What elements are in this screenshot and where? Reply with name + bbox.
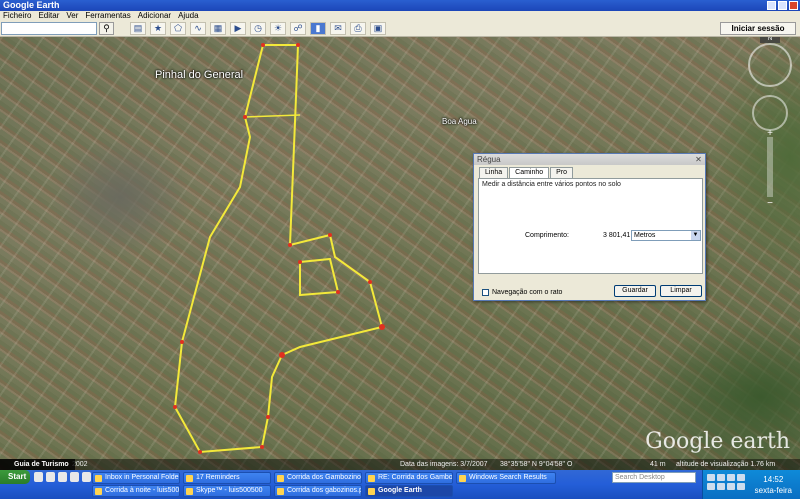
dialog-title: Régua (474, 154, 705, 165)
tray-icon[interactable] (717, 483, 725, 490)
word-icon[interactable] (58, 472, 67, 482)
map-status-bar: 2002 Data das imagens: 3/7/2007 38°35'58… (0, 459, 800, 470)
zoom-slider[interactable] (767, 137, 773, 197)
mouse-navigation-option[interactable]: Navegação com o rato (482, 289, 562, 296)
tab-line[interactable]: Linha (479, 167, 509, 178)
quick-launch (34, 472, 91, 482)
tray-icon[interactable] (707, 474, 715, 481)
tour-guide-button[interactable]: Guia de Turismo (0, 459, 75, 470)
close-icon[interactable]: ✕ (694, 155, 703, 164)
search-icon[interactable]: ⚲ (99, 22, 114, 35)
desktop-search-input[interactable]: Search Desktop (612, 472, 696, 483)
clear-button[interactable]: Limpar (660, 285, 702, 297)
move-joystick[interactable] (752, 95, 788, 131)
taskbar-item-active[interactable]: Google Earth (365, 485, 453, 497)
clock[interactable]: 14:52 sexta-feira (755, 474, 792, 496)
email-icon[interactable]: ✉ (330, 22, 346, 35)
save-button[interactable]: Guardar (614, 285, 656, 297)
close-button[interactable] (789, 1, 798, 10)
taskbar-item[interactable]: Skype™ - luis500500 (183, 485, 271, 497)
path-icon[interactable]: ∿ (190, 22, 206, 35)
menu-view[interactable]: Ver (66, 11, 78, 21)
eye-altitude: altitude de visualização 1.76 km (676, 461, 776, 468)
length-value: 3 801,41 (603, 232, 631, 239)
tray-icon[interactable] (737, 483, 745, 490)
look-joystick[interactable] (748, 43, 792, 87)
elevation: 41 m (650, 461, 666, 468)
description: Medir a distância entre vários pontos no… (482, 181, 621, 188)
window-title: Google Earth (3, 0, 60, 10)
mouse-nav-checkbox[interactable] (482, 289, 489, 296)
menu-edit[interactable]: Editar (38, 11, 59, 21)
print-icon[interactable]: ⎙ (350, 22, 366, 35)
menu-bar: Ficheiro Editar Ver Ferramentas Adiciona… (0, 11, 800, 21)
polygon-icon[interactable]: ⬠ (170, 22, 186, 35)
ie-icon[interactable] (82, 472, 91, 482)
chevron-down-icon[interactable]: ▼ (691, 231, 700, 240)
tray-icon[interactable] (717, 474, 725, 481)
toolbar: ⚲ ▤ ★ ⬠ ∿ ▦ ▶ ◷ ☀ ☍ ▮ ✉ ⎙ ▣ Iniciar sess… (0, 21, 800, 37)
maps-icon[interactable]: ▣ (370, 22, 386, 35)
menu-help[interactable]: Ajuda (178, 11, 198, 21)
system-tray: 14:52 sexta-feira (702, 470, 800, 499)
ruler-icon[interactable]: ▮ (310, 22, 326, 35)
google-earth-logo: Google earth (645, 429, 790, 454)
search-input[interactable] (1, 22, 97, 35)
taskbar-item[interactable]: Corrida dos gabozinos.p... (274, 485, 362, 497)
ruler-dialog: Régua ✕ Linha Caminho Pro Medir a distân… (473, 153, 706, 301)
tray-icon[interactable] (727, 474, 735, 481)
overlay-icon[interactable]: ▦ (210, 22, 226, 35)
menu-add[interactable]: Adicionar (138, 11, 171, 21)
history-icon[interactable]: ◷ (250, 22, 266, 35)
place-label[interactable]: Pinhal do General (155, 69, 243, 81)
menu-tools[interactable]: Ferramentas (85, 11, 130, 21)
tray-icon[interactable] (707, 483, 715, 490)
window-title-bar: Google Earth (0, 0, 800, 11)
tour-icon[interactable]: ▶ (230, 22, 246, 35)
taskbar-item[interactable]: Inbox in Personal Folder... (92, 472, 180, 484)
taskbar-item[interactable]: RE: Corrida dos Gamboz... (365, 472, 453, 484)
sidebar-icon[interactable]: ▤ (130, 22, 146, 35)
outlook-icon[interactable] (34, 472, 43, 482)
clock-time: 14:52 (763, 475, 784, 484)
clock-day: sexta-feira (754, 486, 792, 495)
length-label: Comprimento: (525, 232, 569, 239)
start-button[interactable]: Start (0, 470, 30, 484)
coordinates: 38°35'58" N 9°04'58" O (500, 461, 573, 468)
place-label[interactable]: Boa Agua (442, 117, 477, 126)
menu-file[interactable]: Ficheiro (3, 11, 31, 21)
pdf-icon[interactable] (70, 472, 79, 482)
zoom-out-icon[interactable]: − (763, 199, 777, 209)
tray-icon[interactable] (727, 483, 735, 490)
signin-button[interactable]: Iniciar sessão (720, 22, 796, 35)
placemark-icon[interactable]: ★ (150, 22, 166, 35)
tray-icon[interactable] (737, 474, 745, 481)
taskbar-item[interactable]: Corrida à noite - luis500... (92, 485, 180, 497)
taskbar-item[interactable]: Corrida dos Gambozinos... (274, 472, 362, 484)
taskbar-item[interactable]: 17 Reminders (183, 472, 271, 484)
unit-select[interactable]: Metros ▼ (631, 230, 701, 241)
planets-icon[interactable]: ☍ (290, 22, 306, 35)
sun-icon[interactable]: ☀ (270, 22, 286, 35)
taskbar-item[interactable]: Windows Search Results (456, 472, 556, 484)
minimize-button[interactable] (767, 1, 776, 10)
excel-icon[interactable] (46, 472, 55, 482)
unit-value: Metros (634, 232, 656, 239)
tab-panel: Medir a distância entre vários pontos no… (478, 178, 703, 274)
taskbar: Start Inbox in Personal Folder... 17 Rem… (0, 470, 800, 499)
maximize-button[interactable] (778, 1, 787, 10)
navigation-controls[interactable]: N + − (748, 37, 792, 209)
mouse-nav-label: Navegação com o rato (492, 289, 563, 296)
imagery-date: Data das imagens: 3/7/2007 (400, 461, 488, 468)
tab-pro[interactable]: Pro (550, 167, 574, 178)
